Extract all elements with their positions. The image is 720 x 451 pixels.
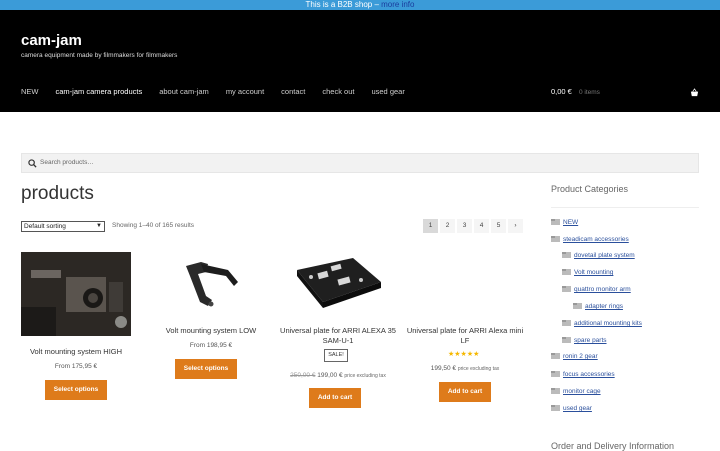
folder-icon — [562, 320, 571, 327]
star-rating: ★★★★★ — [448, 351, 480, 358]
product-price: 199,50 € — [430, 365, 457, 372]
folder-icon — [551, 388, 560, 395]
search-icon — [28, 159, 37, 168]
nav-item-used-gear[interactable]: used gear — [371, 87, 404, 96]
cart-summary[interactable]: 0,00 € 0 items — [551, 87, 600, 96]
site-header: cam-jam camera equipment made by filmmak… — [0, 10, 720, 112]
nav-item-my-account[interactable]: my account — [226, 87, 264, 96]
more-info-link[interactable]: more info — [381, 0, 414, 9]
folder-icon — [551, 236, 560, 243]
folder-icon — [551, 371, 560, 378]
category-quattro-monitor-arm[interactable]: quattro monitor arm — [562, 286, 631, 293]
product-price: 199,00 € — [317, 372, 343, 379]
page-4[interactable]: 4 — [474, 219, 489, 233]
basket-icon[interactable] — [690, 88, 699, 97]
product-price: From 198,95 € — [189, 342, 233, 349]
product-search[interactable]: Search products… — [21, 153, 699, 173]
site-tagline: camera equipment made by filmmakers for … — [21, 52, 178, 59]
product-image-volt-low[interactable] — [156, 252, 266, 312]
category-spare-parts[interactable]: spare parts — [562, 337, 607, 344]
product-name[interactable]: Volt mounting system HIGH — [16, 347, 136, 357]
product-name[interactable]: Universal plate for ARRI ALEXA 35 SAM-U-… — [278, 326, 398, 346]
folder-icon — [562, 252, 571, 259]
next-page-button[interactable]: › — [508, 219, 523, 233]
category-dovetail-plate-system[interactable]: dovetail plate system — [562, 252, 635, 259]
nav-item-camera-products[interactable]: cam-jam camera products — [56, 87, 143, 96]
product-price: From 175,95 € — [54, 363, 98, 370]
add-to-cart-button[interactable]: Add to cart — [439, 382, 491, 402]
nav-item-contact[interactable]: contact — [281, 87, 305, 96]
sidebar-divider — [551, 207, 699, 208]
folder-icon — [562, 337, 571, 344]
nav-item-check-out[interactable]: check out — [322, 87, 354, 96]
folder-icon — [551, 353, 560, 360]
category-ronin-2-gear[interactable]: ronin 2 gear — [551, 353, 598, 360]
notice-text: This is a B2B shop — [305, 0, 373, 9]
folder-icon — [562, 286, 571, 293]
tax-note: price excluding tax — [457, 366, 500, 372]
old-price: 250,00 € — [290, 372, 316, 379]
folder-icon — [562, 269, 571, 276]
page-2[interactable]: 2 — [440, 219, 455, 233]
tax-note: price excluding tax — [344, 373, 386, 379]
main-navigation: NEW cam-jam camera products about cam-ja… — [21, 87, 422, 96]
page-1[interactable]: 1 — [423, 219, 438, 233]
folder-icon — [551, 405, 560, 412]
result-count: Showing 1–40 of 165 results — [112, 222, 195, 229]
product-name[interactable]: Volt mounting system LOW — [151, 326, 271, 336]
folder-icon — [573, 303, 582, 310]
pagination: 1 2 3 4 5 › — [423, 219, 525, 233]
cart-item-count: 0 items — [578, 89, 600, 96]
folder-icon — [551, 219, 560, 226]
select-options-button[interactable]: Select options — [45, 380, 107, 400]
sale-badge: SALE! — [324, 349, 348, 362]
sidebar-title: Product Categories — [551, 184, 629, 194]
category-steadicam-accessories[interactable]: steadicam accessories — [551, 236, 629, 243]
category-additional-mounting-kits[interactable]: additional mounting kits — [562, 320, 642, 327]
page-5[interactable]: 5 — [491, 219, 506, 233]
nav-item-new[interactable]: NEW — [21, 87, 39, 96]
product-price-block: 199,50 € price excluding tax — [405, 365, 525, 372]
product-price-block: 250,00 € 199,00 € price excluding tax — [278, 372, 398, 379]
category-adapter-rings[interactable]: adapter rings — [573, 303, 623, 310]
product-image-volt-high[interactable] — [21, 252, 131, 336]
category-focus-accessories[interactable]: focus accessories — [551, 371, 615, 378]
category-volt-mounting[interactable]: Volt mounting — [562, 269, 613, 276]
product-image-plate-alexa35[interactable] — [283, 252, 393, 314]
category-monitor-cage[interactable]: monitor cage — [551, 388, 601, 395]
add-to-cart-button[interactable]: Add to cart — [309, 388, 361, 408]
product-name[interactable]: Universal plate for ARRI Alexa mini LF — [405, 326, 525, 346]
site-title[interactable]: cam-jam — [21, 32, 82, 49]
page-3[interactable]: 3 — [457, 219, 472, 233]
nav-item-about[interactable]: about cam-jam — [159, 87, 209, 96]
page-title: products — [21, 183, 94, 204]
sorting-selected-value: Default sorting — [24, 223, 66, 230]
category-used-gear[interactable]: used gear — [551, 405, 592, 412]
b2b-notice-bar: This is a B2B shop – more info — [0, 0, 720, 10]
select-options-button[interactable]: Select options — [175, 359, 237, 379]
search-input[interactable]: Search products… — [40, 159, 94, 166]
chevron-down-icon: ▼ — [96, 223, 102, 229]
sorting-select[interactable]: Default sorting ▼ — [21, 221, 105, 232]
category-new[interactable]: NEW — [551, 219, 578, 226]
cart-total: 0,00 € — [551, 87, 572, 96]
